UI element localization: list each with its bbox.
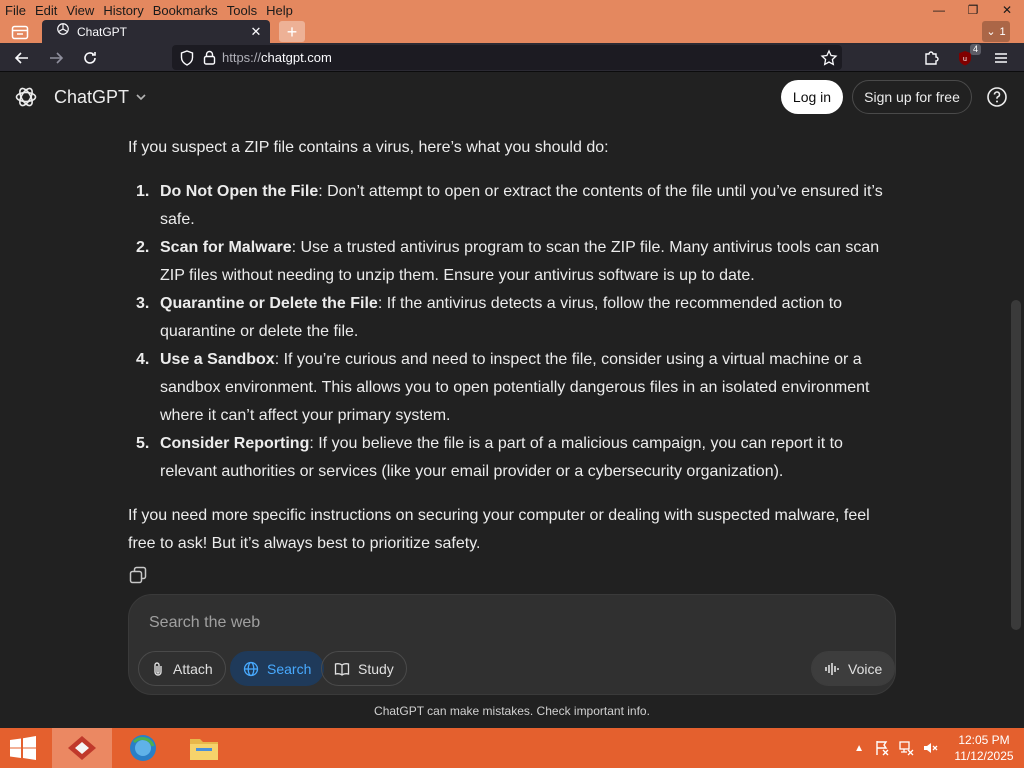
tab-title: ChatGPT <box>77 24 128 39</box>
menu-view[interactable]: View <box>61 3 98 18</box>
network-icon[interactable] <box>898 740 914 756</box>
item-number: 2. <box>136 239 150 256</box>
close-icon[interactable]: ✕ <box>246 24 266 40</box>
model-label: ChatGPT <box>54 87 130 107</box>
ublock-icon[interactable]: u 4 <box>953 44 981 70</box>
list-item: 1. Do Not Open the File: Don’t attempt to… <box>128 178 898 234</box>
chatgpt-logo-icon <box>56 22 70 41</box>
plus-icon[interactable]: + <box>279 21 305 42</box>
back-icon[interactable] <box>10 46 34 70</box>
lock-icon[interactable] <box>203 50 216 65</box>
search-button[interactable]: Search <box>230 651 325 686</box>
composer: Search the web Attach Search Study Voice <box>128 594 896 695</box>
chevron-down-icon: ⌄ <box>986 26 996 38</box>
steps-list: 1. Do Not Open the File: Don’t attempt to… <box>128 178 898 486</box>
tab-list-icon[interactable] <box>6 21 34 42</box>
tab-chatgpt[interactable]: ChatGPT ✕ <box>42 20 270 43</box>
message-intro: If you suspect a ZIP file contains a vir… <box>128 139 609 156</box>
item-number: 3. <box>136 295 150 312</box>
signup-button[interactable]: Sign up for free <box>852 80 972 114</box>
menu-help[interactable]: Help <box>261 3 297 18</box>
voice-label: Voice <box>848 660 883 677</box>
list-item: 4. Use a Sandbox: If you’re curious and n… <box>128 346 898 430</box>
item-title: Quarantine or Delete the File <box>160 295 378 312</box>
window-close-button[interactable]: ✕ <box>990 0 1024 20</box>
item-number: 4. <box>136 351 150 368</box>
menu-bar: File Edit View History Bookmarks Tools H… <box>0 0 1024 20</box>
tab-count: 1 <box>999 25 1006 38</box>
window-controls: — ❐ ✕ <box>922 0 1024 20</box>
study-button[interactable]: Study <box>321 651 407 686</box>
shield-icon[interactable] <box>180 49 194 66</box>
list-item: 5. Consider Reporting: If you believe the… <box>128 430 898 486</box>
chatgpt-logo-icon[interactable] <box>14 85 38 109</box>
speaker-mute-icon[interactable] <box>922 740 938 756</box>
search-input[interactable]: Search the web <box>149 614 260 632</box>
url-host: chatgpt.com <box>261 50 332 65</box>
item-title: Do Not Open the File <box>160 183 319 200</box>
model-selector[interactable]: ChatGPT <box>54 87 147 108</box>
clock[interactable]: 12:05 PM 11/12/2025 <box>944 732 1024 764</box>
windows-start-icon[interactable] <box>8 736 38 760</box>
globe-icon <box>243 661 259 677</box>
menu-icon[interactable] <box>989 46 1013 70</box>
url-bar[interactable]: https://chatgpt.com <box>172 45 842 70</box>
voice-button[interactable]: Voice <box>811 651 896 686</box>
ublock-badge: 4 <box>969 44 981 55</box>
menu-tools[interactable]: Tools <box>222 3 261 18</box>
tab-count-button[interactable]: ⌄ 1 <box>982 21 1010 42</box>
attach-button[interactable]: Attach <box>138 651 226 686</box>
help-icon[interactable] <box>986 86 1008 108</box>
list-item: 2. Scan for Malware: Use a trusted antivi… <box>128 234 898 290</box>
taskbar-app-explorer[interactable] <box>174 728 234 768</box>
svg-text:u: u <box>963 56 967 63</box>
url-protocol: https:// <box>222 50 262 65</box>
item-title: Use a Sandbox <box>160 351 275 368</box>
item-title: Consider Reporting <box>160 435 310 452</box>
attach-label: Attach <box>173 660 213 677</box>
flag-icon[interactable] <box>874 740 890 756</box>
message-outro: If you need more specific instructions o… <box>128 507 870 552</box>
assistant-message: If you suspect a ZIP file contains a vir… <box>128 134 898 558</box>
search-label: Search <box>267 660 312 677</box>
forward-icon[interactable] <box>44 46 68 70</box>
clock-date: 11/12/2025 <box>954 749 1014 763</box>
reload-icon[interactable] <box>78 46 102 70</box>
menu-history[interactable]: History <box>98 3 147 18</box>
menu-file[interactable]: File <box>0 3 30 18</box>
item-number: 1. <box>136 183 150 200</box>
extensions-icon[interactable] <box>919 46 943 70</box>
taskbar-app-browser[interactable] <box>113 728 173 768</box>
login-button[interactable]: Log in <box>781 80 843 114</box>
chevron-down-icon <box>135 87 147 108</box>
study-label: Study <box>358 660 394 677</box>
chevron-up-icon[interactable]: ▲ <box>854 743 864 754</box>
restore-button[interactable]: ❐ <box>956 0 990 20</box>
disclaimer: ChatGPT can make mistakes. Check importa… <box>374 704 650 718</box>
waveform-icon <box>824 662 840 676</box>
star-icon[interactable] <box>820 49 838 67</box>
url-text: https://chatgpt.com <box>222 50 332 65</box>
nav-bar: https://chatgpt.com u 4 <box>0 43 1024 72</box>
minimize-button[interactable]: — <box>922 0 956 20</box>
item-number: 5. <box>136 435 150 452</box>
taskbar-app-1[interactable] <box>52 728 112 768</box>
scrollbar[interactable] <box>1011 300 1021 630</box>
item-title: Scan for Malware <box>160 239 292 256</box>
menu-edit[interactable]: Edit <box>30 3 61 18</box>
book-icon <box>334 662 350 676</box>
taskbar: ▲ 12:05 PM 11/12/2025 <box>0 728 1024 768</box>
menu-bookmarks[interactable]: Bookmarks <box>148 3 222 18</box>
paperclip-icon <box>151 661 165 677</box>
system-tray: ▲ 12:05 PM 11/12/2025 <box>854 728 1024 768</box>
clock-time: 12:05 PM <box>958 733 1010 747</box>
chatgpt-header: ChatGPT Log in Sign up for free <box>0 72 1024 124</box>
copy-icon[interactable] <box>129 566 147 584</box>
list-item: 3. Quarantine or Delete the File: If the … <box>128 290 898 346</box>
tab-bar: ChatGPT ✕ + ⌄ 1 <box>0 20 1024 43</box>
